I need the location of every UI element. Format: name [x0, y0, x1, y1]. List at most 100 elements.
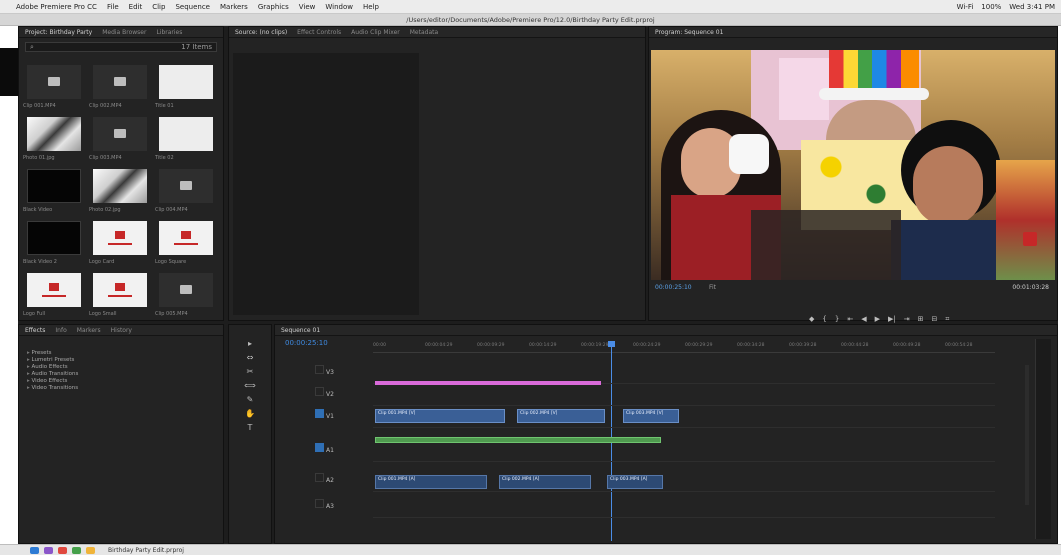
project-item[interactable]: Clip 001.MP4: [23, 65, 85, 113]
timeline-scrollbar[interactable]: [1025, 365, 1029, 505]
project-item[interactable]: Clip 002.MP4: [89, 65, 151, 113]
track-target-toggle[interactable]: [315, 365, 324, 374]
program-timecode-current[interactable]: 00:00:25:10: [655, 284, 692, 291]
menu-graphics[interactable]: Graphics: [258, 3, 289, 11]
menu-sequence[interactable]: Sequence: [175, 3, 210, 11]
project-item[interactable]: Photo 02.jpg: [89, 169, 151, 217]
track-header[interactable]: V3: [315, 365, 371, 381]
effects-folder-video-effects[interactable]: Video Effects: [27, 378, 215, 385]
fit-dropdown[interactable]: Fit: [709, 284, 716, 291]
graphics-clip[interactable]: [375, 437, 661, 443]
video-clip[interactable]: Clip 003.MP4 [V]: [623, 409, 679, 423]
menu-edit[interactable]: Edit: [129, 3, 143, 11]
tab-sequence[interactable]: Sequence 01: [281, 327, 320, 334]
video-clip[interactable]: Clip 001.MP4 [V]: [375, 409, 505, 423]
timeline-ruler[interactable]: 00:00 00:00:04:29 00:00:09:29 00:00:14:29 00…: [373, 341, 995, 353]
tab-metadata[interactable]: Metadata: [410, 29, 438, 36]
app-icon[interactable]: [86, 546, 95, 554]
tab-program[interactable]: Program: Sequence 01: [655, 29, 723, 36]
razor-tool-icon[interactable]: ✂: [242, 367, 258, 377]
track-target-toggle[interactable]: [315, 443, 324, 452]
ripple-edit-tool-icon[interactable]: ⇔: [242, 353, 258, 363]
track-target-toggle[interactable]: [315, 387, 324, 396]
project-search[interactable]: ⌕ 17 Items: [25, 42, 217, 52]
track-header[interactable]: A1: [315, 443, 371, 459]
menu-help[interactable]: Help: [363, 3, 379, 11]
timeline-timecode[interactable]: 00:00:25:10: [285, 339, 328, 347]
video-clip[interactable]: Clip 002.MP4 [V]: [517, 409, 605, 423]
add-marker-button[interactable]: ◆: [809, 315, 814, 324]
project-item[interactable]: Black Video 2: [23, 221, 85, 269]
tab-project[interactable]: Project: Birthday Party: [25, 29, 92, 36]
pen-tool-icon[interactable]: ✎: [242, 395, 258, 405]
ruler-tick: 00:00:09:29: [477, 343, 505, 348]
hand-tool-icon[interactable]: ✋: [242, 409, 258, 419]
extract-button[interactable]: ⊟: [931, 315, 937, 324]
menu-view[interactable]: View: [299, 3, 316, 11]
app-menu[interactable]: Adobe Premiere Pro CC: [16, 3, 97, 11]
effects-folder-audio-effects[interactable]: Audio Effects: [27, 364, 215, 371]
app-icon[interactable]: [72, 546, 81, 554]
project-item[interactable]: Photo 01.jpg: [23, 117, 85, 165]
audio-clip[interactable]: Clip 001.MP4 [A]: [375, 475, 487, 489]
tab-info[interactable]: Info: [55, 327, 66, 334]
track-header[interactable]: A2: [315, 473, 371, 489]
mark-out-button[interactable]: }: [835, 315, 839, 324]
menu-clip[interactable]: Clip: [152, 3, 165, 11]
track-header[interactable]: V1: [315, 409, 371, 425]
effects-folder-audio-transitions[interactable]: Audio Transitions: [27, 371, 215, 378]
audio-clip[interactable]: Clip 003.MP4 [A]: [607, 475, 663, 489]
project-item[interactable]: Clip 004.MP4: [155, 169, 217, 217]
tab-effects[interactable]: Effects: [25, 327, 45, 334]
source-viewer: [233, 53, 419, 315]
adjustment-layer-clip[interactable]: [375, 381, 601, 385]
project-item[interactable]: Logo Card: [89, 221, 151, 269]
tab-effect-controls[interactable]: Effect Controls: [297, 29, 341, 36]
lift-button[interactable]: ⊞: [918, 315, 924, 324]
item-name: Photo 02.jpg: [89, 207, 121, 213]
play-button[interactable]: ▶: [875, 315, 880, 324]
project-item[interactable]: Title 01: [155, 65, 217, 113]
type-tool-icon[interactable]: T: [242, 423, 258, 433]
go-to-in-button[interactable]: ⇤: [847, 315, 853, 324]
tab-libraries[interactable]: Libraries: [156, 29, 182, 36]
export-frame-button[interactable]: ⌗: [945, 315, 949, 324]
menu-window[interactable]: Window: [325, 3, 353, 11]
step-back-button[interactable]: ◀: [861, 315, 866, 324]
track-target-toggle[interactable]: [315, 499, 324, 508]
selection-tool-icon[interactable]: ▸: [242, 339, 258, 349]
effects-folder-presets[interactable]: Presets: [27, 350, 215, 357]
tab-media-browser[interactable]: Media Browser: [102, 29, 146, 36]
tab-audio-clip-mixer[interactable]: Audio Clip Mixer: [351, 29, 400, 36]
project-item[interactable]: Logo Small: [89, 273, 151, 321]
go-to-out-button[interactable]: ⇥: [904, 315, 910, 324]
menu-file[interactable]: File: [107, 3, 119, 11]
project-item[interactable]: Logo Square: [155, 221, 217, 269]
tab-markers[interactable]: Markers: [77, 327, 101, 334]
clock[interactable]: Wed 3:41 PM: [1009, 3, 1055, 11]
premiere-icon[interactable]: [44, 546, 53, 554]
effects-folder-lumetri[interactable]: Lumetri Presets: [27, 357, 215, 364]
effects-folder-video-transitions[interactable]: Video Transitions: [27, 385, 215, 392]
track-target-toggle[interactable]: [315, 409, 324, 418]
project-item[interactable]: Title 02: [155, 117, 217, 165]
track-header[interactable]: V2: [315, 387, 371, 403]
project-item[interactable]: Clip 005.MP4: [155, 273, 217, 321]
step-forward-button[interactable]: ▶|: [888, 315, 896, 324]
wifi-icon[interactable]: Wi‑Fi: [957, 3, 974, 11]
battery-status[interactable]: 100%: [981, 3, 1001, 11]
slip-tool-icon[interactable]: ⟺: [242, 381, 258, 391]
track-header[interactable]: A3: [315, 499, 371, 515]
track-target-toggle[interactable]: [315, 473, 324, 482]
app-icon[interactable]: [58, 546, 67, 554]
menu-markers[interactable]: Markers: [220, 3, 248, 11]
tab-source[interactable]: Source: (no clips): [235, 29, 287, 36]
project-item[interactable]: Clip 003.MP4: [89, 117, 151, 165]
finder-icon[interactable]: [30, 546, 39, 554]
tab-history[interactable]: History: [111, 327, 132, 334]
project-item[interactable]: Logo Full: [23, 273, 85, 321]
program-video-frame[interactable]: [651, 50, 1055, 280]
audio-clip[interactable]: Clip 002.MP4 [A]: [499, 475, 591, 489]
mark-in-button[interactable]: {: [822, 315, 826, 324]
project-item[interactable]: Black Video: [23, 169, 85, 217]
